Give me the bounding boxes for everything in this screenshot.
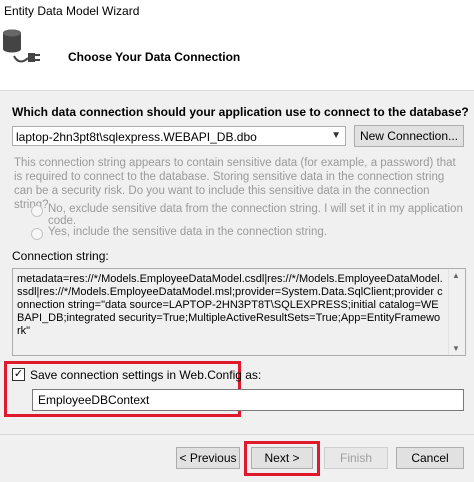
context-name-input[interactable]: EmployeeDBContext [32, 389, 464, 411]
include-sensitive-radio[interactable] [31, 228, 43, 240]
include-sensitive-label: Yes, include the sensitive data in the c… [48, 226, 327, 238]
next-button[interactable]: Next > [251, 447, 313, 469]
connection-string-label: Connection string: [12, 249, 109, 263]
connection-string-box[interactable]: metadata=res://*/Models.EmployeeDataMode… [12, 268, 466, 356]
scroll-up-icon[interactable]: ▲ [452, 271, 460, 280]
page-heading: Choose Your Data Connection [68, 50, 241, 64]
connection-question: Which data connection should your applic… [12, 105, 469, 119]
save-settings-checkbox[interactable]: ✓ [12, 368, 25, 381]
chevron-down-icon: ▼ [331, 130, 341, 141]
title-bar: Entity Data Model Wizard [0, 0, 474, 22]
wizard-header: Choose Your Data Connection [0, 22, 474, 91]
cancel-button[interactable]: Cancel [396, 447, 464, 469]
window-title: Entity Data Model Wizard [4, 4, 140, 18]
exclude-sensitive-radio[interactable] [31, 205, 43, 217]
exclude-sensitive-label: No, exclude sensitive data from the conn… [48, 203, 463, 227]
wizard-body: Which data connection should your applic… [0, 91, 474, 482]
new-connection-button[interactable]: New Connection... [354, 125, 464, 147]
previous-button[interactable]: < Previous [176, 447, 240, 469]
data-connection-dropdown[interactable]: laptop-2hn3pt8t\sqlexpress.WEBAPI_DB.dbo… [12, 126, 346, 146]
footer-divider [0, 434, 474, 435]
connection-string-scrollbar[interactable]: ▲ ▼ [448, 269, 465, 355]
connection-string-value: metadata=res://*/Models.EmployeeDataMode… [17, 273, 443, 337]
finish-button[interactable]: Finish [324, 447, 388, 469]
save-settings-label: Save connection settings in Web.Config a… [30, 368, 262, 382]
database-plug-icon [3, 29, 40, 63]
context-name-value: EmployeeDBContext [38, 393, 150, 407]
selected-connection: laptop-2hn3pt8t\sqlexpress.WEBAPI_DB.dbo [16, 130, 257, 144]
scroll-down-icon[interactable]: ▼ [452, 344, 460, 353]
